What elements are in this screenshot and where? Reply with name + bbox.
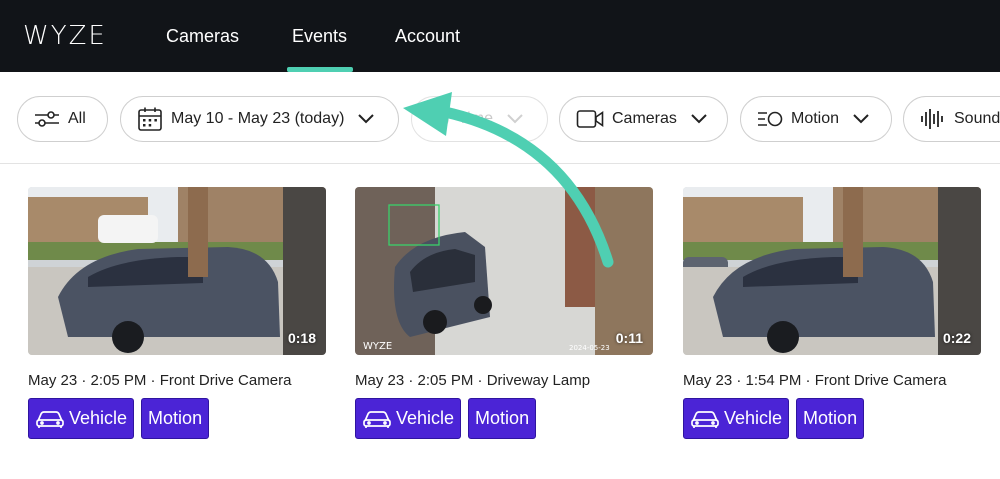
motion-dropdown[interactable]: Motion xyxy=(740,96,892,142)
car-icon xyxy=(363,410,391,428)
tag-vehicle[interactable]: Vehicle xyxy=(28,398,135,439)
event-meta: May 23 · 2:05 PM · Front Drive Camera xyxy=(28,372,292,389)
tag-label: Vehicle xyxy=(396,408,455,428)
time-dropdown[interactable]: Time xyxy=(411,96,548,142)
event-duration: 0:11 xyxy=(615,330,643,346)
tag-motion[interactable]: Motion xyxy=(141,398,210,439)
tag-motion[interactable]: Motion xyxy=(468,398,537,439)
top-nav-bar: WYZE Cameras Events Account xyxy=(0,0,1000,72)
nav-cameras[interactable]: Cameras xyxy=(166,0,239,72)
car-icon xyxy=(691,410,719,428)
event-thumbnail[interactable]: 0:18 xyxy=(28,187,326,355)
event-duration: 0:22 xyxy=(942,330,971,346)
tag-vehicle[interactable]: Vehicle xyxy=(683,398,790,439)
date-range-dropdown[interactable]: May 10 - May 23 (today) xyxy=(120,96,399,142)
tag-motion[interactable]: Motion xyxy=(796,398,865,439)
filter-all-label: All xyxy=(68,110,86,127)
camera-watermark: WYZE xyxy=(363,341,392,352)
tag-label: Motion xyxy=(148,408,203,428)
date-range-label: May 10 - May 23 (today) xyxy=(171,110,345,127)
event-meta: May 23 · 2:05 PM · Driveway Lamp xyxy=(355,372,591,389)
cameras-dropdown[interactable]: Cameras xyxy=(559,96,728,142)
cameras-label: Cameras xyxy=(612,110,677,127)
event-duration: 0:18 xyxy=(287,330,316,346)
time-label: Time xyxy=(458,110,493,127)
filter-all-button[interactable]: All xyxy=(17,96,108,142)
sound-dropdown[interactable]: Sound xyxy=(903,96,1000,142)
tag-label: Motion xyxy=(803,408,858,428)
event-tags: Vehicle Motion xyxy=(355,398,653,439)
event-tags: Vehicle Motion xyxy=(683,398,981,439)
nav-account[interactable]: Account xyxy=(395,0,460,72)
camera-icon xyxy=(576,110,604,128)
event-meta: May 23 · 1:54 PM · Front Drive Camera xyxy=(683,372,947,389)
motion-label: Motion xyxy=(791,110,840,127)
tag-label: Motion xyxy=(475,408,530,428)
calendar-icon xyxy=(138,107,162,131)
chevron-down-icon xyxy=(358,114,375,124)
event-card[interactable]: WYZE 2024-05-23 0:11 May 23 · 2:05 PM · … xyxy=(355,187,653,439)
event-card[interactable]: 0:22 May 23 · 1:54 PM · Front Drive Came… xyxy=(683,187,981,439)
event-thumbnail[interactable]: 0:22 xyxy=(683,187,981,355)
event-video-thumbnail xyxy=(28,187,326,355)
wyze-logo[interactable]: WYZE xyxy=(23,21,107,51)
event-thumbnail[interactable]: WYZE 2024-05-23 0:11 xyxy=(355,187,653,355)
event-video-thumbnail xyxy=(683,187,981,355)
nav-events[interactable]: Events xyxy=(292,0,347,72)
chevron-down-icon xyxy=(691,114,707,124)
event-tags: Vehicle Motion xyxy=(28,398,326,439)
event-card[interactable]: 0:18 May 23 · 2:05 PM · Front Drive Came… xyxy=(28,187,326,439)
chevron-down-icon xyxy=(853,114,869,124)
car-icon xyxy=(36,410,64,428)
tag-vehicle[interactable]: Vehicle xyxy=(355,398,462,439)
camera-timestamp: 2024-05-23 xyxy=(569,344,610,352)
tag-label: Vehicle xyxy=(724,408,783,428)
clock-icon xyxy=(429,109,449,129)
filter-sliders-icon xyxy=(35,111,59,127)
sound-label: Sound xyxy=(954,110,1000,127)
filter-bar: All May 10 - May 23 (today) Time Cameras… xyxy=(0,72,1000,164)
event-video-thumbnail: WYZE 2024-05-23 xyxy=(355,187,653,355)
sound-wave-icon xyxy=(921,109,943,129)
tag-label: Vehicle xyxy=(69,408,128,428)
chevron-down-icon xyxy=(507,114,523,124)
motion-icon xyxy=(758,111,783,127)
